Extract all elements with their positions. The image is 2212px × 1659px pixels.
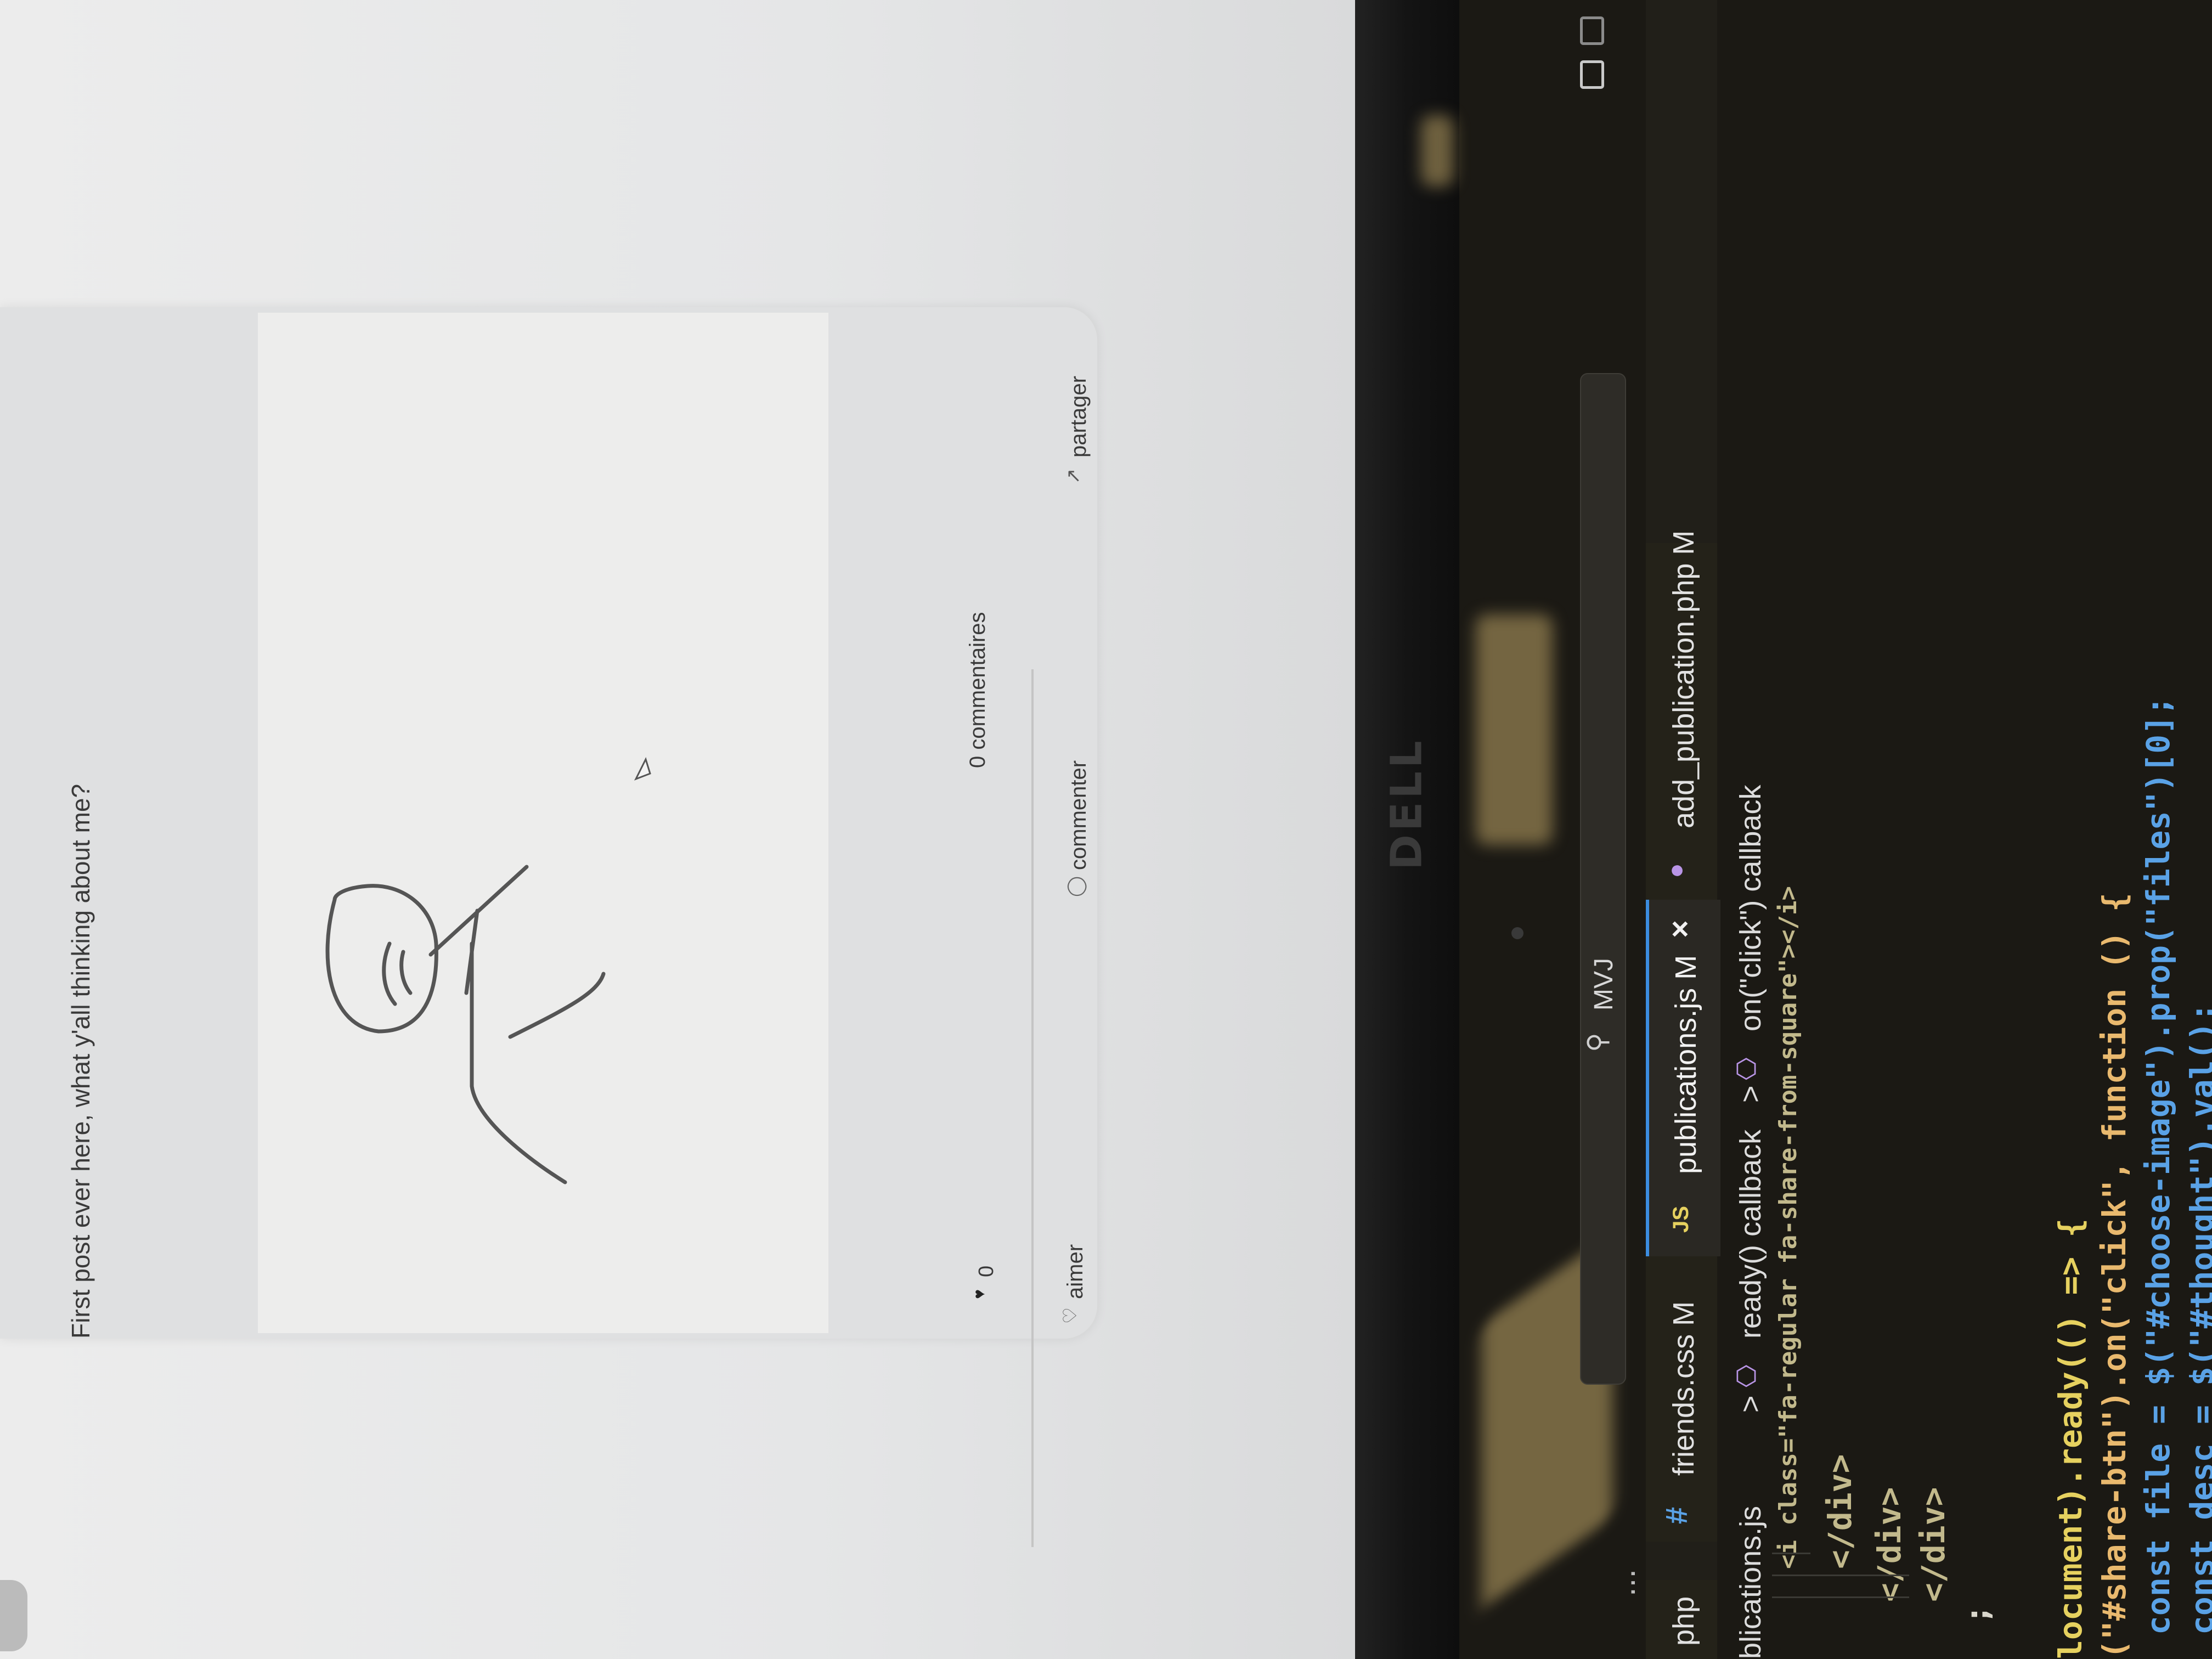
toggle-sidebar-icon[interactable] <box>1580 16 1604 45</box>
search-input[interactable]: ⚲ MVJ <box>1580 373 1626 1385</box>
search-placeholder: MVJ <box>1589 958 1618 1011</box>
php-elephant-icon: ● <box>1661 863 1690 878</box>
code-line: ("#share-btn").on("click", function () { <box>2096 893 2133 1659</box>
code-line: ; <box>1959 1605 1996 1624</box>
code-line: const file = $("#choose-image").prop("fi… <box>2140 696 2177 1635</box>
indent-guide <box>1772 1575 1909 1576</box>
code-line: <i class="fa-regular fa-share-from-squar… <box>1774 885 1802 1569</box>
overflow-menu-icon[interactable]: ... <box>1605 1569 1643 1596</box>
share-label: partager <box>1066 376 1091 458</box>
layout-icon[interactable] <box>1580 60 1604 89</box>
code-line: </div> <box>1871 1487 1908 1602</box>
dell-logo: DELL <box>1383 737 1432 870</box>
code-line: </div> <box>1915 1487 1952 1602</box>
avatar[interactable] <box>0 1580 27 1651</box>
share-button[interactable]: ↗ partager <box>1063 346 1097 488</box>
indent-guide <box>1772 1596 1909 1598</box>
mouse-cursor-icon <box>634 757 651 781</box>
code-line: </div> <box>1821 1454 1859 1569</box>
comment-label: commenter <box>1066 760 1091 870</box>
post-divider <box>1031 669 1034 1547</box>
js-file-icon: JS <box>1668 1206 1693 1233</box>
tab-publications-js[interactable]: JS publications.js M × <box>1646 900 1720 1256</box>
share-icon: ↗ <box>1063 468 1084 484</box>
heart-outline-icon: ♡ <box>1060 1307 1081 1324</box>
post-card: First post ever here, what y'all thinkin… <box>0 307 1097 1651</box>
likes-count: 0 <box>975 1265 998 1277</box>
tab-php[interactable]: php <box>1646 1580 1717 1659</box>
like-button[interactable]: ♡ aimer <box>1059 1234 1092 1333</box>
search-icon: ⚲ <box>1583 1032 1612 1052</box>
breadcrumb-item-on-click[interactable]: on("click") callback <box>1734 785 1768 1031</box>
post-text: First post ever here, what y'all thinkin… <box>66 783 95 1339</box>
browser-screen: First post ever here, what y'all thinkin… <box>0 0 1355 1659</box>
comments-count[interactable]: 0 commentaires <box>966 612 990 768</box>
method-cube-icon: ⬡ <box>1735 1054 1758 1084</box>
breadcrumb-item-ready[interactable]: ready() callback <box>1734 1130 1768 1339</box>
breadcrumb-file[interactable]: blications.js <box>1734 1506 1768 1659</box>
code-line: locument).ready(() => { <box>2052 1218 2089 1659</box>
tab-add-publication-php[interactable]: ● add_publication.php M <box>1646 531 1717 900</box>
light-glare <box>1421 115 1454 187</box>
like-label: aimer <box>1063 1244 1087 1299</box>
webcam <box>1511 927 1523 939</box>
likes-counter: ♥ 0 <box>970 1256 998 1311</box>
speech-bubble-icon: ◯ <box>1065 876 1087 898</box>
code-line: const desc = $("#thought").val(); <box>2183 1002 2212 1635</box>
post-image[interactable] <box>258 313 828 1333</box>
css-hash-icon: # <box>1659 1506 1694 1525</box>
photo-of-laptop: First post ever here, what y'all thinkin… <box>0 0 2212 1659</box>
light-glare <box>1476 614 1553 845</box>
doodle-drawing <box>325 865 606 1184</box>
indent-guide <box>1772 1553 1810 1554</box>
comment-button[interactable]: ◯ commenter <box>1064 741 1097 905</box>
close-icon[interactable]: × <box>1671 911 1689 946</box>
heart-icon: ♥ <box>970 1289 989 1299</box>
method-cube-icon: ⬡ <box>1735 1362 1758 1391</box>
